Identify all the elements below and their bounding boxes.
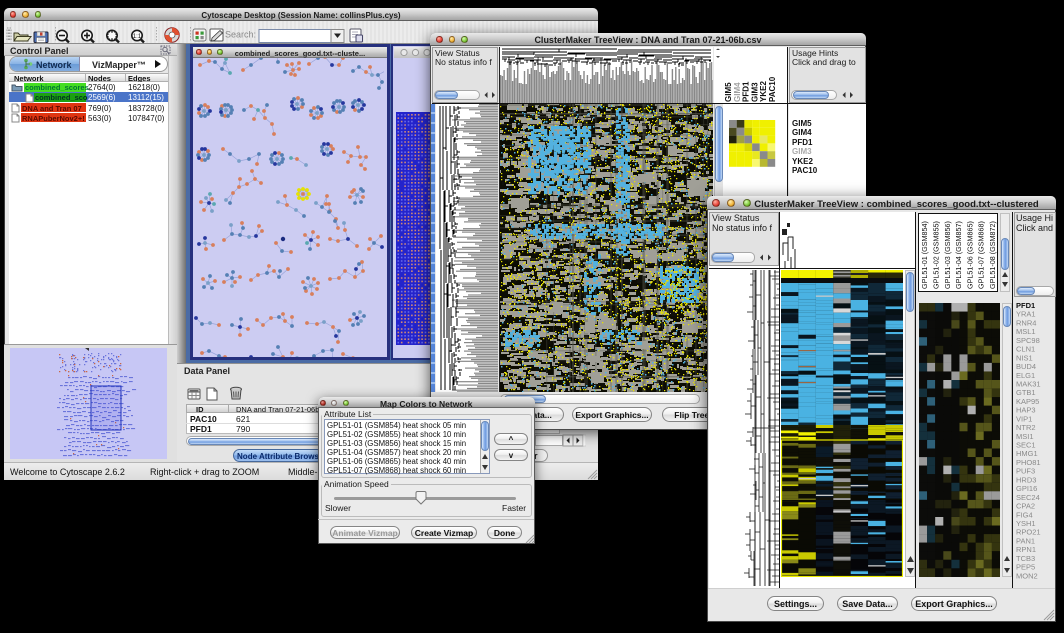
svg-text:NTR2: NTR2 xyxy=(1016,423,1036,432)
svg-text:NIS1: NIS1 xyxy=(1016,353,1033,362)
svg-text:PAC10: PAC10 xyxy=(768,76,777,102)
svg-text:FIG4: FIG4 xyxy=(1016,510,1033,519)
svg-text:ELG1: ELG1 xyxy=(1016,371,1035,380)
svg-text:YKE2: YKE2 xyxy=(759,81,768,102)
svg-text:GPL51-01 (GSM854): GPL51-01 (GSM854) xyxy=(920,221,929,289)
svg-text:MSL1: MSL1 xyxy=(1016,327,1036,336)
svg-text:SPC98: SPC98 xyxy=(1016,336,1040,345)
svg-text:MON2: MON2 xyxy=(1016,571,1038,580)
svg-text:MAK31: MAK31 xyxy=(1016,380,1041,389)
svg-text:RNR4: RNR4 xyxy=(1016,318,1036,327)
svg-text:Search:: Search: xyxy=(225,30,256,40)
svg-text:PEP5: PEP5 xyxy=(1016,563,1035,572)
svg-text:GIM3: GIM3 xyxy=(750,82,759,102)
svg-text:GPI16: GPI16 xyxy=(1016,484,1037,493)
svg-text:GPL51-08 (GSM872): GPL51-08 (GSM872) xyxy=(988,221,997,289)
svg-text:PHO81: PHO81 xyxy=(1016,458,1041,467)
svg-text:GPL51-03 (GSM856): GPL51-03 (GSM856) xyxy=(943,221,952,289)
svg-text:KAP95: KAP95 xyxy=(1016,397,1039,406)
svg-text:YRA1: YRA1 xyxy=(1016,310,1036,319)
svg-text:GIM5: GIM5 xyxy=(724,82,733,102)
svg-text:HMG1: HMG1 xyxy=(1016,449,1038,458)
svg-text:HAP3: HAP3 xyxy=(1016,406,1036,415)
svg-text:PUF3: PUF3 xyxy=(1016,467,1035,476)
svg-text:RPN1: RPN1 xyxy=(1016,545,1036,554)
svg-text:PAN1: PAN1 xyxy=(1016,536,1035,545)
svg-text:CPA2: CPA2 xyxy=(1016,502,1035,511)
svg-text:GPL51-07 (GSM868): GPL51-07 (GSM868) xyxy=(977,221,986,289)
svg-text:GTB1: GTB1 xyxy=(1016,388,1036,397)
svg-text:PFD1: PFD1 xyxy=(742,81,751,102)
svg-text:GPL51-02 (GSM855): GPL51-02 (GSM855) xyxy=(932,221,941,289)
svg-text:SEC24: SEC24 xyxy=(1016,493,1040,502)
svg-text:1:1: 1:1 xyxy=(133,34,142,40)
svg-text:BUD4: BUD4 xyxy=(1016,362,1036,371)
svg-text:TCB3: TCB3 xyxy=(1016,554,1035,563)
svg-text:CLN1: CLN1 xyxy=(1016,345,1035,354)
svg-text:SEC1: SEC1 xyxy=(1016,441,1036,450)
svg-text:MSI1: MSI1 xyxy=(1016,432,1034,441)
svg-text:HRD3: HRD3 xyxy=(1016,475,1036,484)
svg-text:GIM4: GIM4 xyxy=(733,82,742,102)
svg-text:PFD1: PFD1 xyxy=(1016,301,1035,310)
svg-text:GPL51-04 (GSM857): GPL51-04 (GSM857) xyxy=(954,221,963,289)
svg-text:GPL51-06 (GSM865): GPL51-06 (GSM865) xyxy=(965,221,974,289)
svg-text:VIP1: VIP1 xyxy=(1016,414,1032,423)
svg-text:RPO21: RPO21 xyxy=(1016,528,1041,537)
svg-text:YSH1: YSH1 xyxy=(1016,519,1036,528)
